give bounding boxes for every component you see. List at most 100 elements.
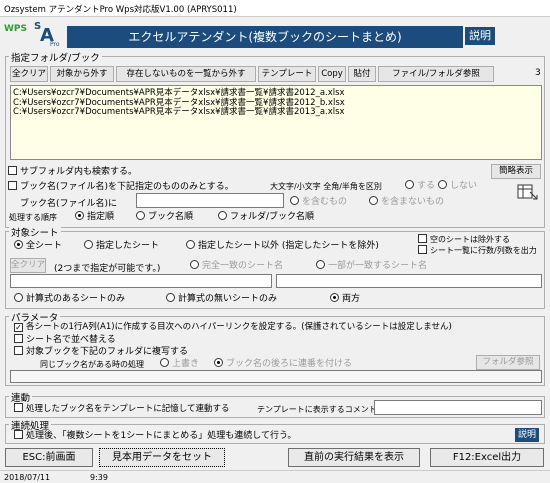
order-specified-label: 指定順 xyxy=(87,212,115,222)
bookname-input[interactable] xyxy=(136,193,284,208)
subfolder-checkbox[interactable]: サブフォルダ内も検索する。 xyxy=(8,166,137,178)
radio-dot xyxy=(405,180,414,189)
radio-dot xyxy=(214,358,223,367)
formula-only-label: 計算式のあるシートのみ xyxy=(26,294,126,304)
sheet-clear-button[interactable]: 全クリア xyxy=(10,258,46,273)
match-full-radio[interactable]: 完全一致のシート名 xyxy=(190,260,283,272)
order-bookname-label: ブック名順 xyxy=(148,212,194,222)
formula-only-radio[interactable]: 計算式のあるシートのみ xyxy=(14,293,125,305)
folder-group-label: 指定フォルダ/ブック xyxy=(9,50,102,64)
simple-view-button[interactable]: 簡略表示 xyxy=(491,164,541,179)
order-folder-label: フォルダ/ブック名順 xyxy=(230,212,315,222)
sort-checkbox[interactable]: シート名で並べ替える xyxy=(14,334,116,346)
clear-all-button[interactable]: 全クリア xyxy=(10,66,48,82)
no-formula-label: 計算式の無いシートのみ xyxy=(178,294,278,304)
sheet-name-input-2[interactable] xyxy=(276,274,542,288)
radio-dot xyxy=(438,180,447,189)
sample-data-button[interactable]: 見本用データをセット xyxy=(99,448,225,467)
remember-label: 処理したブック名をテンプレートに記憶して連動する xyxy=(26,404,230,414)
no-formula-radio[interactable]: 計算式の無いシートのみ xyxy=(166,293,277,305)
hyperlink-checkbox[interactable]: ✓ 各シートの1行A列(A1)に作成する目次へのハイパーリンクを設定する。(保護さ… xyxy=(14,322,452,333)
radio-dot xyxy=(136,211,145,220)
continue-checkbox[interactable]: 処理後、「複数シートを1シートにまとめる」処理も連続して行う。 xyxy=(14,430,296,442)
exclude-empty-label: 空のシートは除外する xyxy=(430,235,510,244)
page-title: エクセルアテンダント(複数ブックのシートまとめ) xyxy=(67,26,463,48)
radio-dot xyxy=(186,240,195,249)
both-radio[interactable]: 両方 xyxy=(330,293,360,305)
bookname-filter-label: ブック名(ファイル名)を下記指定のもののみとする。 xyxy=(20,182,234,192)
all-sheets-radio[interactable]: 全シート xyxy=(14,240,62,252)
hyperlink-label: 各シートの1行A列(A1)に作成する目次へのハイパーリンクを設定する。(保護され… xyxy=(26,322,452,332)
folder-browse-button[interactable]: フォルダ参照 xyxy=(476,355,540,370)
remove-missing-button[interactable]: 存在しないものを一覧から外す xyxy=(116,66,256,82)
bookname-label: ブック名(ファイル名)に xyxy=(20,199,118,209)
output-rows-checkbox[interactable]: シート一覧に行数/列数を出力 xyxy=(418,245,537,256)
specified-sheets-radio[interactable]: 指定したシート xyxy=(84,240,159,252)
continue-label: 処理後、「複数シートを1シートにまとめる」処理も連続して行う。 xyxy=(26,431,297,441)
radio-dot xyxy=(166,293,175,302)
list-item[interactable]: C:¥Users¥ozcr7¥Documents¥APR見本データxlsx¥請求… xyxy=(11,107,541,118)
sheet-name-input-1[interactable] xyxy=(10,274,272,288)
logo-wps: WPS xyxy=(4,24,28,34)
overwrite-label: 上書き xyxy=(172,359,200,369)
order-bookname-radio[interactable]: ブック名順 xyxy=(136,211,193,223)
output-rows-label: シート一覧に行数/列数を出力 xyxy=(430,246,537,255)
exclude-empty-checkbox[interactable]: 空のシートは除外する xyxy=(418,234,510,245)
not-contains-label: を含まないもの xyxy=(381,197,445,207)
template-button[interactable]: テンプレート xyxy=(258,66,316,82)
last-result-button[interactable]: 直前の実行結果を表示 xyxy=(288,448,420,467)
file-list[interactable]: C:¥Users¥ozcr7¥Documents¥APR見本データxlsx¥請求… xyxy=(10,85,542,160)
copy-button[interactable]: Copy xyxy=(318,66,346,82)
order-label: 処理する順序 xyxy=(9,213,57,222)
excel-icon xyxy=(517,183,539,201)
window-title: Ozsystem アテンダントPro Wps対応版V1.00 (APRYS011… xyxy=(4,5,237,15)
case-yes-radio[interactable]: する xyxy=(405,180,435,192)
checkbox-box xyxy=(14,334,23,343)
esc-back-button[interactable]: ESC:前画面 xyxy=(5,448,93,467)
radio-dot xyxy=(316,260,325,269)
contains-radio[interactable]: を含むもの xyxy=(290,196,347,208)
radio-dot xyxy=(330,293,339,302)
match-part-radio[interactable]: 一部が一致するシート名 xyxy=(316,260,427,272)
copy-folder-input[interactable] xyxy=(10,370,542,383)
case-yes-label: する xyxy=(417,181,436,191)
paste-button[interactable]: 貼付 xyxy=(348,66,376,82)
checkbox-box xyxy=(418,234,427,243)
logo-pro: Pro xyxy=(50,41,60,48)
remove-button[interactable]: 対象から外す xyxy=(50,66,114,82)
browse-button[interactable]: ファイル/フォルダ参照 xyxy=(378,66,494,82)
overwrite-radio[interactable]: 上書き xyxy=(160,358,199,370)
not-contains-radio[interactable]: を含まないもの xyxy=(369,196,444,208)
specified-sheets-label: 指定したシート xyxy=(96,241,160,251)
title-bar: Ozsystem アテンダントPro Wps対応版V1.00 (APRYS011… xyxy=(0,0,550,17)
checkbox-box xyxy=(8,181,17,190)
except-sheets-radio[interactable]: 指定したシート以外 (指定したシートを除外) xyxy=(186,240,379,252)
radio-dot xyxy=(290,196,299,205)
radio-dot xyxy=(84,240,93,249)
radio-dot xyxy=(369,196,378,205)
checkbox-box xyxy=(418,245,427,254)
bookname-filter-checkbox[interactable]: ブック名(ファイル名)を下記指定のもののみとする。 xyxy=(8,181,234,193)
comment-input[interactable] xyxy=(374,400,542,415)
order-specified-radio[interactable]: 指定順 xyxy=(75,211,114,223)
continue-help-button[interactable]: 説明 xyxy=(515,428,539,442)
case-no-radio[interactable]: しない xyxy=(438,180,477,192)
file-count: 3 xyxy=(535,68,541,78)
remember-checkbox[interactable]: 処理したブック名をテンプレートに記憶して連動する xyxy=(14,403,230,415)
contains-label: を含むもの xyxy=(302,197,348,207)
app-logo: WPS S A Pro xyxy=(2,21,64,49)
case-label: 大文字/小文字 全角/半角を区別 xyxy=(270,182,382,191)
copy-to-folder-label: 対象ブックを下記のフォルダに複写する xyxy=(26,347,189,357)
sheet-group-label: 対象シート xyxy=(9,225,61,239)
all-sheets-label: 全シート xyxy=(26,241,63,251)
copy-to-folder-checkbox[interactable]: 対象ブックを下記のフォルダに複写する xyxy=(14,346,188,358)
match-full-label: 完全一致のシート名 xyxy=(202,261,284,271)
radio-dot xyxy=(218,211,227,220)
order-folder-radio[interactable]: フォルダ/ブック名順 xyxy=(218,211,314,223)
excel-output-button[interactable]: F12:Excel出力 xyxy=(430,448,544,467)
radio-dot xyxy=(75,211,84,220)
radio-dot xyxy=(14,240,23,249)
serial-radio[interactable]: ブック名の後ろに連番を付ける xyxy=(214,358,352,370)
status-time: 9:39 xyxy=(90,473,108,482)
help-button[interactable]: 説明 xyxy=(465,27,495,45)
